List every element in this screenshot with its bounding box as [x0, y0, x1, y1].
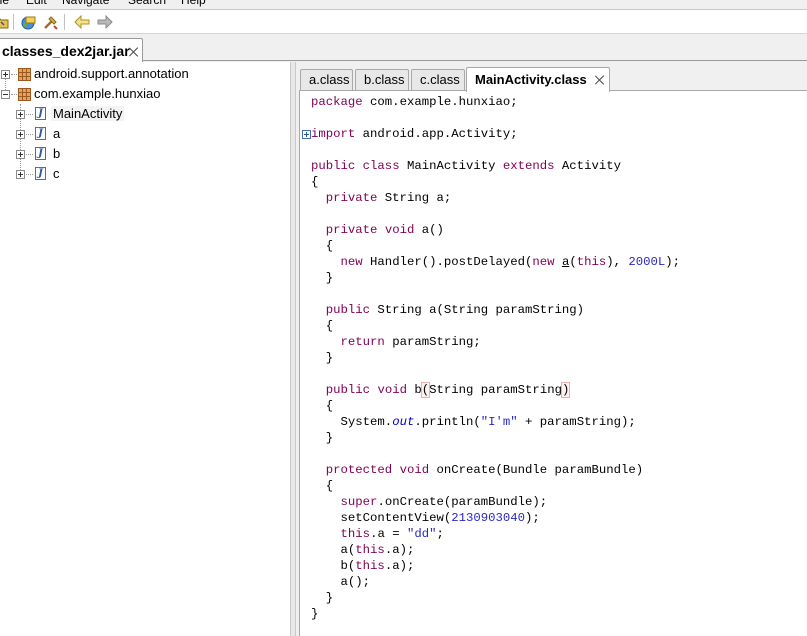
toolbar — [0, 9, 807, 34]
code-line: private String a; — [325, 191, 452, 205]
code-line: } — [325, 271, 334, 285]
code-line: this.a = "dd"; — [340, 527, 444, 541]
java-class-icon: J — [35, 167, 46, 180]
expand-icon[interactable] — [1, 70, 10, 79]
tree-guide — [26, 134, 33, 135]
expand-icon[interactable] — [16, 130, 25, 139]
expand-icon[interactable] — [16, 110, 25, 119]
forward-arrow-icon[interactable] — [95, 13, 114, 31]
tools-icon[interactable] — [41, 13, 60, 31]
code-line: } — [325, 431, 334, 445]
code-line: } — [311, 607, 319, 621]
code-line: { — [325, 319, 334, 333]
expand-icon[interactable] — [16, 170, 25, 179]
menu-file[interactable]: ile — [0, 0, 9, 8]
code-line: a(this.a); — [340, 543, 415, 557]
code-line: private void a() — [325, 223, 444, 237]
editor-area: a.class b.class c.class MainActivity.cla… — [296, 62, 807, 636]
tab-label: classes_dex2jar.jar — [2, 42, 130, 59]
expand-icon[interactable] — [16, 150, 25, 159]
code-line: public void b(String paramString) — [325, 382, 571, 398]
menu-search[interactable]: Search — [128, 0, 166, 8]
tree-item-label: c — [53, 166, 60, 181]
java-class-icon: J — [35, 107, 46, 120]
toolbar-separator — [13, 14, 14, 30]
tree-item-label: android.support.annotation — [34, 66, 189, 81]
code-line: { — [325, 399, 334, 413]
tab-c-class[interactable]: c.class — [411, 69, 465, 91]
code-line: { — [325, 239, 334, 253]
tree-item-android-support-annotation[interactable]: android.support.annotation — [0, 64, 290, 84]
menu-edit[interactable]: Edit — [26, 0, 47, 8]
package-icon — [18, 68, 31, 81]
collapse-icon[interactable] — [1, 90, 10, 99]
tree-guide — [26, 154, 33, 155]
tree-guide — [26, 174, 33, 175]
tree-item-label: b — [53, 146, 61, 161]
package-icon — [18, 88, 31, 101]
tab-mainactivity-class[interactable]: MainActivity.class — [466, 67, 610, 92]
code-editor[interactable]: package com.example.hunxiao; import andr… — [299, 90, 807, 636]
code-line: super.onCreate(paramBundle); — [340, 495, 548, 509]
tree-guide — [11, 74, 17, 75]
tree-item-com-example-hunxiao[interactable]: com.example.hunxiao — [0, 84, 290, 104]
outer-tab-bar: classes_dex2jar.jar — [0, 35, 807, 62]
close-icon[interactable] — [595, 75, 605, 85]
code-line: a(); — [340, 575, 371, 589]
code-line: package com.example.hunxiao; — [311, 95, 518, 109]
tree-guide — [26, 114, 33, 115]
code-line: b(this.a); — [340, 559, 415, 573]
tree-item-b[interactable]: J b — [0, 144, 290, 164]
fold-expand-icon[interactable] — [302, 130, 311, 139]
tab-classes-dex2jar[interactable]: classes_dex2jar.jar — [0, 38, 143, 62]
tree-item-c[interactable]: J c — [0, 164, 290, 184]
code-line: public class MainActivity extends Activi… — [311, 159, 621, 173]
tab-label: MainActivity.class — [475, 72, 587, 87]
code-line: protected void onCreate(Bundle paramBund… — [325, 463, 644, 477]
tree-item-a[interactable]: J a — [0, 124, 290, 144]
open-icon[interactable] — [0, 13, 10, 31]
code-line: System.out.println("I'm" + paramString); — [340, 415, 636, 429]
menu-bar: ile Edit Navigate Search Help — [0, 0, 807, 8]
code-line: } — [325, 591, 334, 605]
code-line: setContentView(2130903040); — [340, 511, 540, 525]
tree-item-label: com.example.hunxiao — [34, 86, 161, 101]
toolbar-separator — [64, 14, 65, 30]
tab-b-class[interactable]: b.class — [355, 69, 409, 91]
jd-gui-window: ile Edit Navigate Search Help classes_de… — [0, 0, 807, 636]
code-line: } — [325, 351, 334, 365]
menu-help[interactable]: Help — [181, 0, 206, 8]
tree-guide — [11, 94, 17, 95]
back-arrow-icon[interactable] — [72, 13, 91, 31]
code-line: new Handler().postDelayed(new a(this), 2… — [340, 255, 681, 269]
save-icon[interactable] — [19, 13, 38, 31]
menu-navigate[interactable]: Navigate — [62, 0, 109, 8]
close-icon[interactable] — [129, 47, 139, 57]
code-line: { — [311, 175, 319, 189]
code-line: return paramString; — [340, 335, 481, 349]
code-line: public String a(String paramString) — [325, 303, 585, 317]
code-line: import android.app.Activity; — [311, 127, 518, 141]
editor-tab-bar: a.class b.class c.class MainActivity.cla… — [296, 67, 807, 92]
tree-item-mainactivity[interactable]: J MainActivity — [0, 104, 290, 124]
tab-a-class[interactable]: a.class — [300, 69, 353, 91]
tree-item-label: a — [53, 126, 61, 141]
code-line: { — [325, 479, 334, 493]
java-class-icon: J — [35, 147, 46, 160]
tree-item-label: MainActivity — [51, 106, 125, 121]
java-class-icon: J — [35, 127, 46, 140]
package-tree: android.support.annotation com.example.h… — [0, 62, 290, 636]
